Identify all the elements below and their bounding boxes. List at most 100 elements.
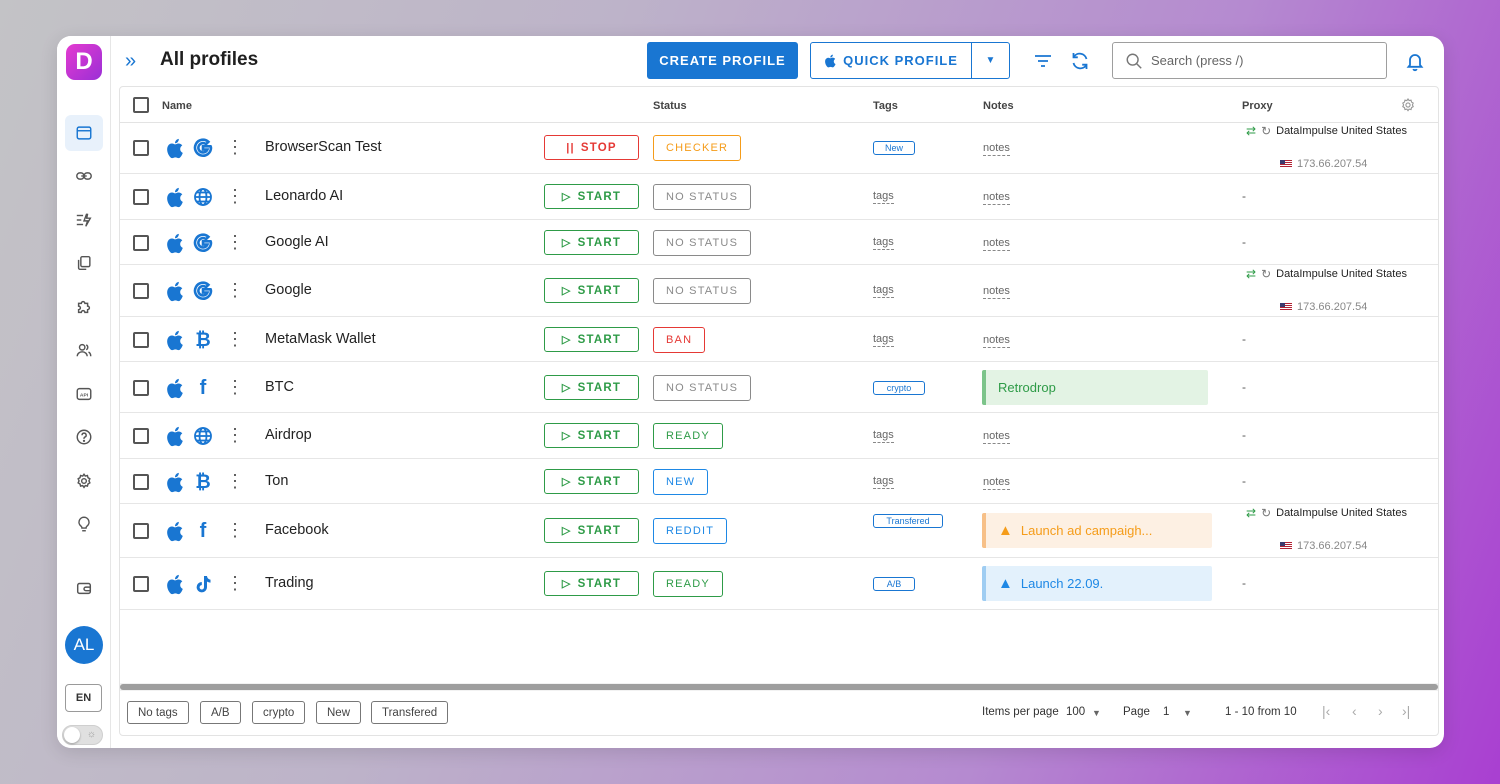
notes-placeholder[interactable]: notes [983,237,1010,251]
last-page-icon[interactable]: ›| [1402,703,1410,719]
start-button[interactable]: ▷ START [544,469,639,494]
start-button[interactable]: ▷ START [544,518,639,543]
filter-chip-transfered[interactable]: Transfered [371,701,449,724]
sidebar-item-templates[interactable] [65,245,103,281]
notes-placeholder[interactable]: notes [983,476,1010,490]
notes-placeholder[interactable]: notes [983,430,1010,444]
start-button[interactable]: ▷ START [544,278,639,303]
sidebar-item-api[interactable]: API [65,376,103,412]
tag-chip[interactable]: Transfered [873,514,943,528]
filter-chip-no-tags[interactable]: No tags [127,701,189,724]
status-badge[interactable]: NO STATUS [653,230,752,256]
sidebar-item-profiles[interactable] [65,115,103,151]
sidebar-item-help[interactable] [65,419,103,455]
status-badge[interactable]: REDDIT [653,518,728,544]
prev-page-icon[interactable]: ‹ [1352,703,1357,719]
sidebar-item-extensions[interactable] [65,289,103,325]
quick-profile-dropdown[interactable]: ▼ [971,43,1009,78]
profile-name[interactable]: Google AI [265,234,329,250]
refresh-button[interactable] [1069,50,1091,72]
sidebar-item-automation[interactable] [65,202,103,238]
tag-chip[interactable]: A/B [873,577,915,591]
row-checkbox[interactable] [133,474,149,490]
create-profile-button[interactable]: CREATE PROFILE [647,42,798,79]
row-checkbox[interactable] [133,380,149,396]
notes-placeholder[interactable]: notes [983,285,1010,299]
status-badge[interactable]: READY [653,571,723,597]
language-switch[interactable]: EN [65,684,102,712]
tags-placeholder[interactable]: tags [873,475,894,489]
note-box[interactable]: ▲ Launch 22.09. [982,566,1212,601]
tags-placeholder[interactable]: tags [873,236,894,250]
proxy-info[interactable]: ⇄ ↻ DataImpulse United States [1246,506,1407,520]
table-row[interactable]: ⋮ Trading ▷ START READY A/B ▲ Launch 22.09… [120,558,1438,610]
quick-profile-button[interactable]: QUICK PROFILE ▼ [810,42,1010,79]
start-button[interactable]: ▷ START [544,327,639,352]
notes-placeholder[interactable]: notes [983,142,1010,156]
select-all-checkbox[interactable] [133,97,149,113]
filter-chip-crypto[interactable]: crypto [252,701,306,724]
sidebar-item-settings[interactable] [65,463,103,499]
profile-name[interactable]: BrowserScan Test [265,139,382,155]
more-vert-icon[interactable]: ⋮ [226,573,244,594]
table-row[interactable]: f ⋮ Facebook ▷ START REDDIT Transfered ▲ L… [120,504,1438,558]
profile-name[interactable]: Trading [265,575,314,591]
status-badge[interactable]: BAN [653,327,706,353]
start-button[interactable]: ▷ START [544,423,639,448]
scrollbar-thumb[interactable] [120,684,1438,690]
profile-name[interactable]: MetaMask Wallet [265,331,376,347]
more-vert-icon[interactable]: ⋮ [226,520,244,541]
table-row[interactable]: ⋮ Airdrop ▷ START READY tags notes - [120,413,1438,459]
tags-placeholder[interactable]: tags [873,333,894,347]
notes-placeholder[interactable]: notes [983,191,1010,205]
row-checkbox[interactable] [133,428,149,444]
filter-button[interactable] [1032,50,1054,72]
notes-placeholder[interactable]: notes [983,334,1010,348]
start-button[interactable]: ▷ START [544,184,639,209]
tags-placeholder[interactable]: tags [873,284,894,298]
profile-name[interactable]: Facebook [265,522,329,538]
more-vert-icon[interactable]: ⋮ [226,377,244,398]
table-row[interactable]: ₿ ⋮ Ton ▷ START NEW tags notes - [120,459,1438,504]
profile-name[interactable]: Ton [265,473,288,489]
quick-profile-main[interactable]: QUICK PROFILE [811,43,971,78]
table-row[interactable]: ⋮ Leonardo AI ▷ START NO STATUS tags note… [120,174,1438,220]
more-vert-icon[interactable]: ⋮ [226,425,244,446]
more-vert-icon[interactable]: ⋮ [226,329,244,350]
sidebar-item-wallet[interactable] [65,570,103,606]
start-button[interactable]: ▷ START [544,230,639,255]
search-input[interactable] [1151,53,1371,68]
profile-name[interactable]: Leonardo AI [265,188,343,204]
status-badge[interactable]: READY [653,423,723,449]
row-checkbox[interactable] [133,140,149,156]
row-checkbox[interactable] [133,189,149,205]
sidebar-item-links[interactable] [65,158,103,194]
stop-button[interactable]: || STOP [544,135,639,160]
sidebar-item-team[interactable] [65,332,103,368]
more-vert-icon[interactable]: ⋮ [226,186,244,207]
note-box[interactable]: ▲ Launch ad campaigh... [982,513,1212,548]
row-checkbox[interactable] [133,235,149,251]
table-row[interactable]: ⋮ BrowserScan Test || STOP CHECKER New no… [120,122,1438,174]
notifications-button[interactable] [1404,50,1426,72]
caret-down-icon[interactable]: ▼ [1092,708,1101,718]
more-vert-icon[interactable]: ⋮ [226,280,244,301]
first-page-icon[interactable]: |‹ [1322,703,1330,719]
proxy-info[interactable]: ⇄ ↻ DataImpulse United States [1246,267,1407,281]
app-logo[interactable]: D [66,44,102,80]
profile-name[interactable]: BTC [265,379,294,395]
filter-chip-ab[interactable]: A/B [200,701,241,724]
proxy-info[interactable]: ⇄ ↻ DataImpulse United States [1246,124,1407,138]
expand-sidebar-icon[interactable]: » [125,50,136,73]
more-vert-icon[interactable]: ⋮ [226,137,244,158]
status-badge[interactable]: NO STATUS [653,184,752,210]
profile-name[interactable]: Airdrop [265,427,312,443]
status-badge[interactable]: NO STATUS [653,375,752,401]
sidebar-item-tips[interactable] [65,506,103,542]
next-page-icon[interactable]: › [1378,703,1383,719]
row-checkbox[interactable] [133,332,149,348]
profile-name[interactable]: Google [265,282,312,298]
start-button[interactable]: ▷ START [544,571,639,596]
caret-down-icon[interactable]: ▼ [1183,708,1192,718]
more-vert-icon[interactable]: ⋮ [226,471,244,492]
